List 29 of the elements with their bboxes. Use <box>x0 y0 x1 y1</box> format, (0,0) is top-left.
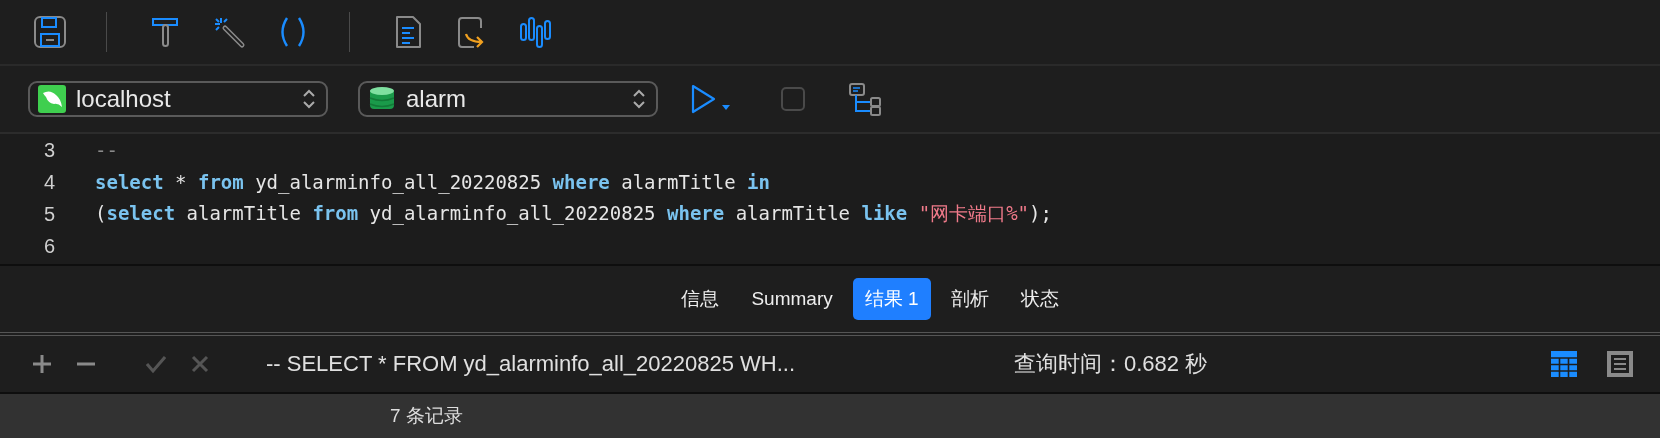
result-tab[interactable]: Summary <box>739 280 845 318</box>
result-tab[interactable]: 信息 <box>669 278 732 320</box>
database-select[interactable]: alarm <box>358 81 658 117</box>
form-view-icon[interactable] <box>1606 350 1634 378</box>
chevron-icon <box>302 88 316 110</box>
query-time: 查询时间：0.682 秒 <box>1014 350 1208 378</box>
line-number: 3 <box>42 138 55 162</box>
result-tab[interactable]: 剖析 <box>938 278 1001 320</box>
database-name: alarm <box>406 85 467 113</box>
connection-name: localhost <box>76 85 172 113</box>
line-number: 4 <box>42 170 55 194</box>
grid-view-icon[interactable] <box>1550 350 1578 378</box>
line-number: 6 <box>42 234 55 258</box>
line-number: 5 <box>42 202 55 226</box>
chart-icon[interactable] <box>518 14 554 50</box>
code-line: -- <box>95 139 118 161</box>
query-text: -- SELECT * FROM yd_alarminfo_all_20220825 WH... <box>266 351 797 377</box>
check-icon[interactable] <box>146 354 166 374</box>
code-line: (select alarmTitle from yd_alarminfo_all_20220825 where alarmTitle like "网卡端口%"); <box>95 201 1052 227</box>
explain-tree-icon[interactable] <box>848 82 882 116</box>
result-tab[interactable]: 结果 1 <box>852 278 931 320</box>
chevron-icon <box>632 88 646 110</box>
result-tab[interactable]: 状态 <box>1008 278 1071 320</box>
code-line: select * from yd_alarminfo_all_20220825 where alarmTitle in <box>95 171 770 193</box>
add-icon[interactable] <box>32 354 52 374</box>
save-icon[interactable] <box>32 14 68 50</box>
record-count: 7 条记录 <box>390 404 463 428</box>
connection-select[interactable]: localhost <box>28 81 328 117</box>
run-icon[interactable] <box>690 84 732 114</box>
